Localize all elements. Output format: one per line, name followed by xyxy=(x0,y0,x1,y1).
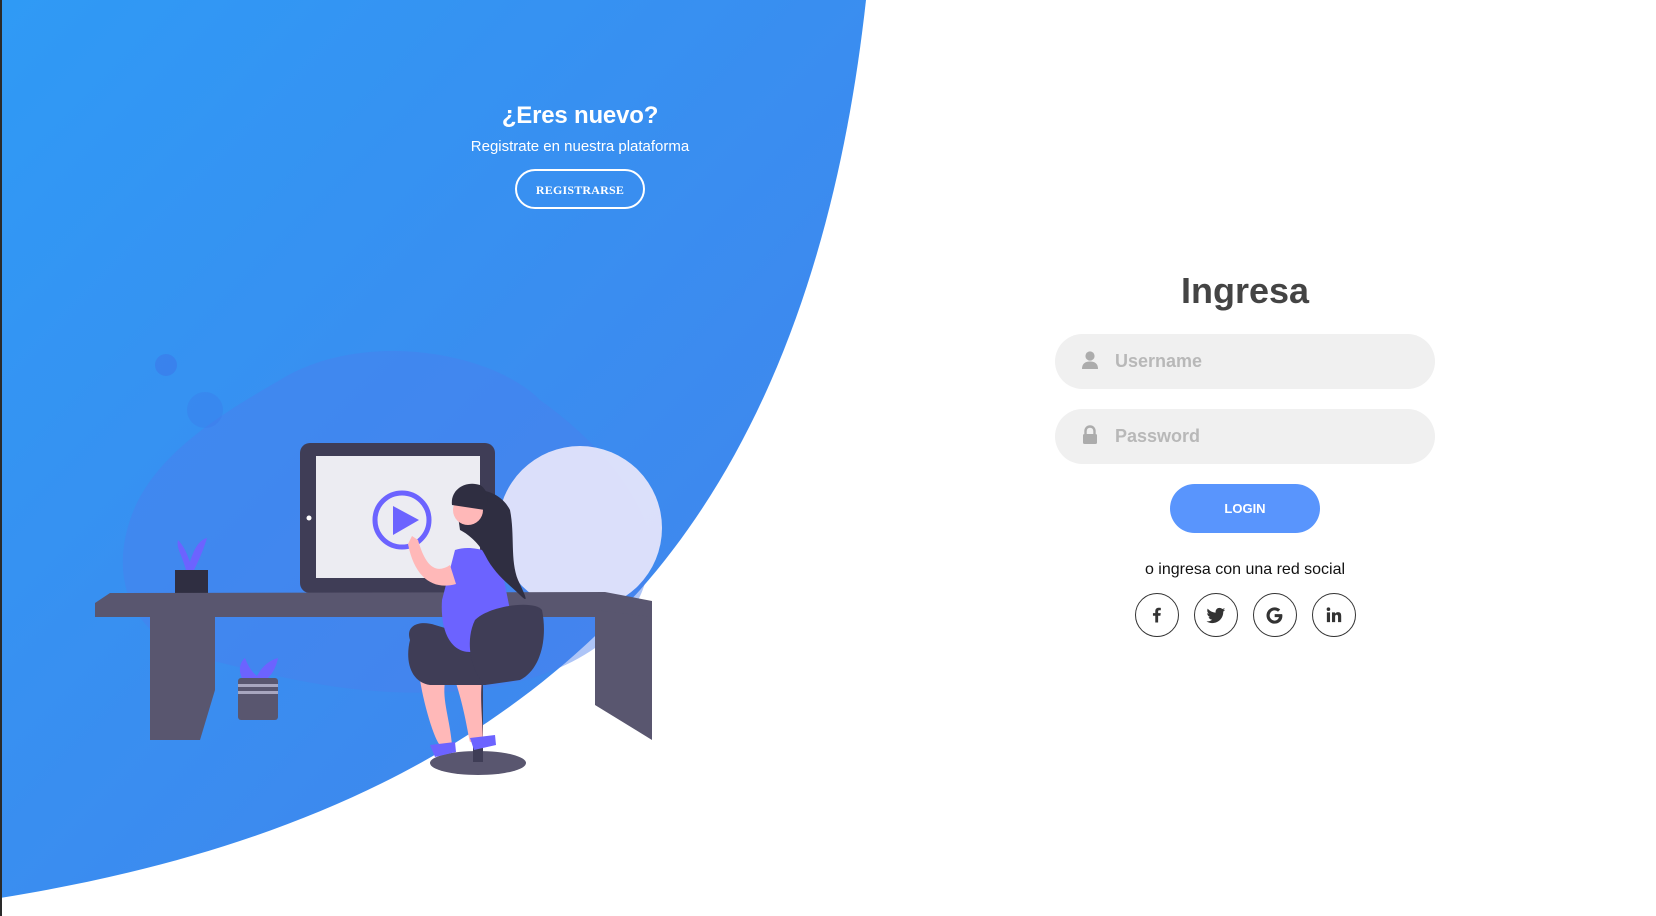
login-page: ¿Eres nuevo? Registrate en nuestra plata… xyxy=(0,0,1656,916)
window-edge xyxy=(0,0,2,916)
light-circle xyxy=(498,446,662,610)
background-dot xyxy=(187,392,223,428)
login-form: Ingresa LOGIN o ingresa con una red soci… xyxy=(1055,270,1435,637)
password-field[interactable] xyxy=(1055,409,1435,464)
form-title: Ingresa xyxy=(1180,270,1310,311)
plant-pot xyxy=(175,570,208,593)
desk-leg-left xyxy=(150,617,215,740)
google-icon xyxy=(1266,606,1283,624)
linkedin-button[interactable] xyxy=(1311,593,1356,637)
linkedin-icon xyxy=(1326,607,1341,623)
user-icon xyxy=(1082,351,1098,369)
password-input[interactable] xyxy=(1115,409,1415,464)
google-button[interactable] xyxy=(1252,593,1297,637)
username-input[interactable] xyxy=(1115,334,1415,389)
background-dot xyxy=(155,354,177,376)
facebook-button[interactable] xyxy=(1134,593,1179,637)
social-media-list xyxy=(1055,593,1435,637)
social-text: o ingresa con una red social xyxy=(1144,561,1346,578)
twitter-button[interactable] xyxy=(1193,593,1238,637)
facebook-icon xyxy=(1152,607,1161,623)
login-button[interactable]: LOGIN xyxy=(1170,484,1320,533)
left-panel-subtitle: Registrate en nuestra plataforma xyxy=(470,138,690,155)
floor-pot-stripe xyxy=(238,684,278,687)
username-field[interactable] xyxy=(1055,334,1435,389)
left-panel-title: ¿Eres nuevo? xyxy=(501,102,659,129)
left-panel-content: ¿Eres nuevo? Registrate en nuestra plata… xyxy=(430,102,730,209)
register-button[interactable]: REGISTRARSE xyxy=(515,169,645,209)
desk-leg-right xyxy=(595,610,652,740)
floor-pot-stripe xyxy=(238,691,278,694)
desk-illustration xyxy=(95,351,662,775)
twitter-icon xyxy=(1206,607,1225,624)
tablet-camera xyxy=(306,515,312,521)
desk-top xyxy=(95,592,652,617)
woman-legs xyxy=(455,680,483,742)
lock-icon xyxy=(1083,425,1097,444)
